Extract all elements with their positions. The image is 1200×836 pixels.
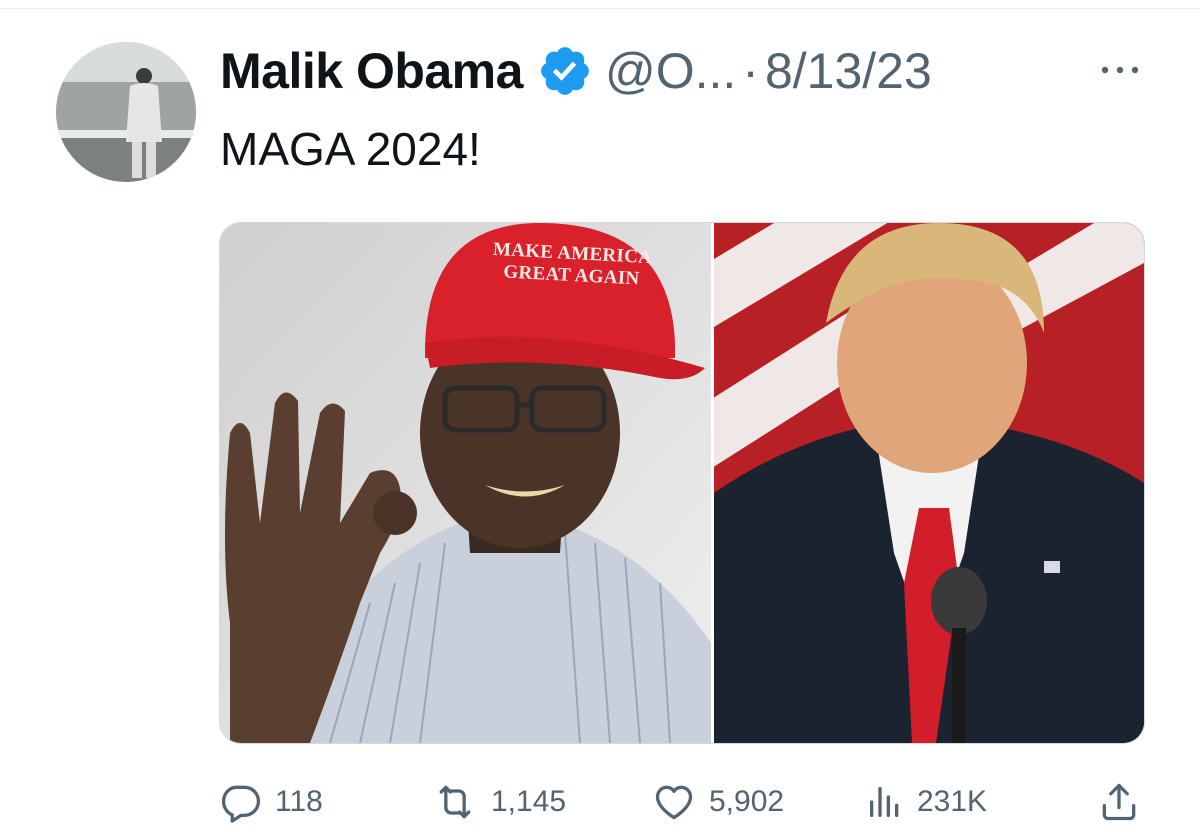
author-name[interactable]: Malik Obama [220,42,523,100]
retweet-button[interactable]: 1,145 [431,776,566,828]
tweet-text: MAGA 2024! [220,123,481,175]
media-image-right[interactable] [714,223,1144,743]
separator-dot: · [742,43,759,99]
reply-button[interactable]: 118 [219,776,323,828]
tweet-header: Malik Obama @O... · 8/13/23 [220,40,932,102]
cap-slogan: MAKE AMERICA GREAT AGAIN [481,238,663,291]
verified-badge-icon[interactable] [537,43,593,99]
share-button[interactable] [1097,776,1141,828]
media-grid[interactable]: MAKE AMERICA GREAT AGAIN [219,222,1145,744]
like-button[interactable]: 5,902 [651,776,784,828]
top-divider [0,8,1200,9]
avatar-photo [56,42,196,182]
reply-count: 118 [275,785,323,818]
views-icon [870,787,899,817]
heart-icon [655,785,693,820]
more-icon[interactable] [1098,60,1142,80]
tweet-actions: 118 1,145 5,902 231K [219,776,1143,828]
author-handle[interactable]: @O... [605,42,736,100]
views-button[interactable]: 231K [865,776,987,828]
reply-icon [221,785,261,823]
media-image-left[interactable]: MAKE AMERICA GREAT AGAIN [220,223,711,743]
share-icon [1102,783,1136,821]
views-count: 231K [917,785,988,818]
tweet-date[interactable]: 8/13/23 [765,42,932,100]
retweet-icon [439,785,471,819]
avatar[interactable] [56,42,196,182]
like-count: 5,902 [709,785,785,818]
retweet-count: 1,145 [491,785,567,818]
